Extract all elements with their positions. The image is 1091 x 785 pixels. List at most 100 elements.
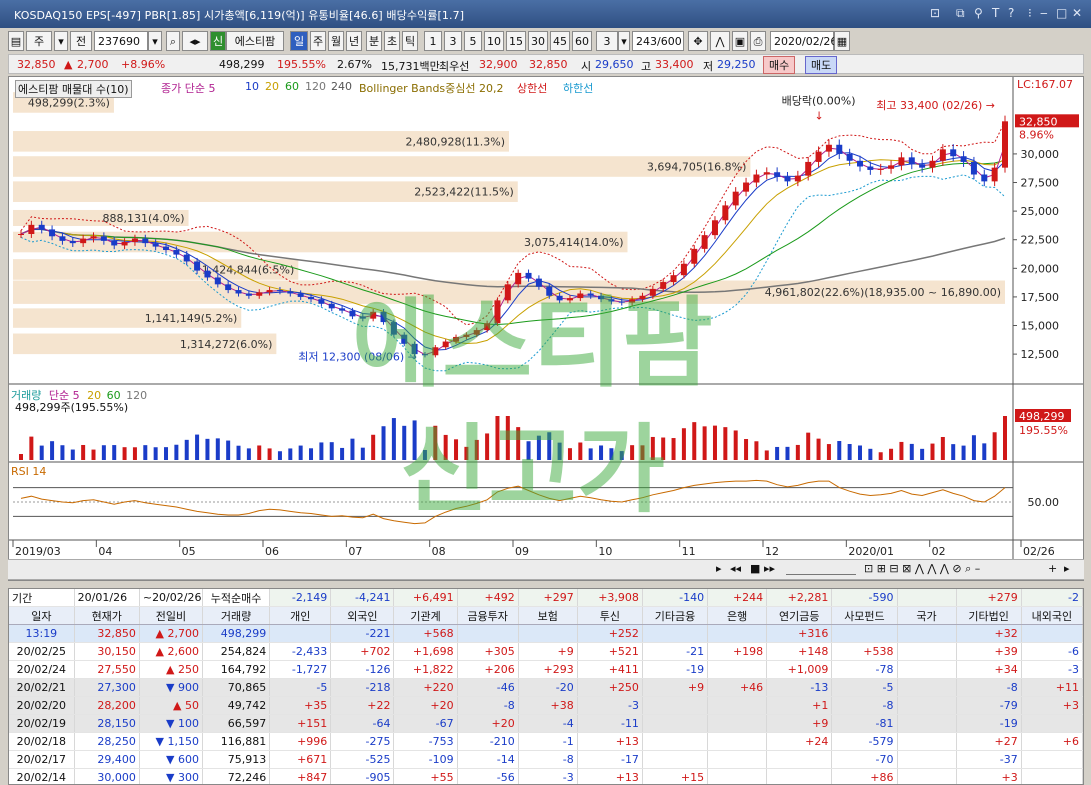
minute-10-button[interactable]: 10 [484,31,504,51]
volume-bar [930,443,935,460]
minute-5-button[interactable]: 5 [464,31,482,51]
window-list-icon[interactable]: ⧉ [956,6,965,21]
legend-bb-upper[interactable]: 상한선 [517,80,547,96]
legend-ma-10[interactable]: 10 [245,80,259,93]
zoom-in-icon[interactable]: + [1048,562,1057,575]
low-price: 29,250 [717,58,756,71]
table-row[interactable]: 20/02/24 27,550 ▲ 250 164,792 -1,727 -126 +1,8… [9,660,1083,679]
legend-ma-240[interactable]: 240 [331,80,352,93]
last-pct-label: 8.96% [1019,128,1054,141]
table-row[interactable]: 20/02/17 29,400 ▼ 600 75,913 +671 -525 -109 -14… [9,750,1083,769]
column-header[interactable]: 일자 [9,606,75,625]
search-icon[interactable]: ⌕ [166,31,180,51]
font-icon[interactable]: T [992,6,999,20]
minimize-icon[interactable]: ‒ [1040,6,1048,20]
period-to-input[interactable]: ~20/02/26 [139,589,203,607]
legend-ma-20[interactable]: 20 [265,80,279,93]
column-header[interactable]: 외국인 [330,606,395,625]
minute-1-button[interactable]: 1 [424,31,442,51]
rsi-label[interactable]: RSI 14 [11,465,46,478]
column-header[interactable]: 국가 [897,606,957,625]
column-header[interactable]: 전일비 [139,606,203,625]
column-header[interactable]: 기타금융 [642,606,709,625]
rewind-icon[interactable]: ◂◂ [730,562,741,575]
period-tick-tab[interactable]: 틱 [402,31,418,51]
table-cell [1021,750,1083,769]
maximize-icon[interactable]: □ [1056,6,1067,20]
legend-ma[interactable]: 종가 단순 5 [161,80,215,96]
minute-3-button[interactable]: 3 [444,31,462,51]
column-header[interactable]: 은행 [707,606,768,625]
close-icon[interactable]: ✕ [1072,6,1082,20]
period-ju-select[interactable]: 주 [26,31,52,51]
period-year-tab[interactable]: 년 [346,31,362,51]
minute-45-button[interactable]: 45 [550,31,570,51]
column-header[interactable]: 사모펀드 [831,606,898,625]
print-icon[interactable]: ⎙ [750,31,766,51]
table-cell: +220 [393,678,458,697]
buy-button[interactable]: 매수 [763,56,796,74]
sound-icon[interactable]: ◂▸ [182,31,208,51]
restore-icon[interactable]: ⊡ [930,6,940,20]
legend-bb-lower[interactable]: 하한선 [563,80,593,96]
legend-main[interactable]: 에스티팜 매물대 수(10) [15,80,132,98]
menu-icon[interactable]: ▤ [8,31,24,51]
date-input[interactable]: 2020/02/26 [770,31,837,51]
period-dropdown-icon[interactable]: ▾ [54,31,68,51]
table-row[interactable]: 20/02/18 28,250 ▼ 1,150 116,881 +996 -275 -753… [9,732,1083,751]
table-row[interactable]: 20/02/25 30,150 ▲ 2,600 254,824 -2,433 +702 +1… [9,642,1083,661]
column-header[interactable]: 투신 [577,606,643,625]
period-from-input[interactable]: 20/01/26 [74,589,140,607]
period-week-tab[interactable]: 주 [310,31,326,51]
table-row[interactable]: 20/02/19 28,150 ▼ 100 66,597 +151 -64 -67 +20 -4… [9,714,1083,733]
column-header[interactable]: 금융투자 [457,606,519,625]
legend-ma-60[interactable]: 60 [285,80,299,93]
column-header[interactable]: 기관계 [393,606,458,625]
tool-icons[interactable]: ⊡ ⊞ ⊟ ⊠ ⋀ ⋀ ⋀ ⊘ ⌕ – [864,562,980,576]
table-row[interactable]: 13:19 32,850 ▲ 2,700 498,299 -221 +568 +252 +31… [9,624,1083,643]
count-input[interactable]: 243/600 [632,31,684,51]
stop-icon[interactable]: ■ [750,562,760,575]
save-icon[interactable]: ▣ [732,31,748,51]
column-header[interactable]: 보험 [518,606,578,625]
candle-body [950,149,957,157]
minute-custom-select[interactable]: 3 [596,31,618,51]
period-month-tab[interactable]: 월 [328,31,344,51]
minute-15-button[interactable]: 15 [506,31,526,51]
table-row[interactable]: 20/02/20 28,200 ▲ 50 49,742 +35 +22 +20 -8 +38 -3… [9,696,1083,715]
column-header[interactable]: 연기금등 [766,606,833,625]
minute-dropdown-icon[interactable]: ▾ [618,31,630,51]
zoom-slider[interactable] [786,562,856,575]
column-header[interactable]: 기타법인 [956,606,1022,625]
settings-icon[interactable]: ▸ [1064,562,1070,575]
column-header[interactable]: 내외국인 [1021,606,1083,625]
table-row[interactable]: 20/02/21 27,300 ▼ 900 70,865 -5 -218 +220 -46 -2… [9,678,1083,697]
period-second-tab[interactable]: 초 [384,31,400,51]
column-header[interactable]: 개인 [269,606,332,625]
drag-icon[interactable]: ✥ [688,31,708,51]
scroll-right-icon[interactable]: ▸ [716,562,722,575]
pin-icon[interactable]: ⚲ [974,6,983,20]
legend-ma-120[interactable]: 120 [305,80,326,93]
period-day-tab[interactable]: 일 [290,31,308,51]
calendar-icon[interactable]: ▦ [834,31,850,51]
table-cell [642,732,709,751]
x-tick-label: 10 [598,545,612,558]
column-header[interactable]: 거래량 [202,606,271,625]
table-cell [457,624,519,643]
stock-code-input[interactable]: 237690 [94,31,148,51]
legend-bb[interactable]: Bollinger Bands중심선 20,2 [359,80,504,96]
forward-icon[interactable]: ▸▸ [764,562,775,575]
volume-ma-120[interactable]: 120 [126,389,147,402]
table-cell: 20/02/14 [9,768,75,784]
indicator-icon[interactable]: ⋀ [710,31,730,51]
minute-30-button[interactable]: 30 [528,31,548,51]
period-minute-tab[interactable]: 분 [366,31,382,51]
sell-button[interactable]: 매도 [805,56,838,74]
prev-button[interactable]: 전 [70,31,92,51]
table-row[interactable]: 20/02/14 30,000 ▼ 300 72,246 +847 -905 +55 -56-… [9,768,1083,784]
minute-60-button[interactable]: 60 [572,31,592,51]
column-header[interactable]: 현재가 [74,606,140,625]
help-icon[interactable]: ? [1008,6,1014,20]
code-dropdown-icon[interactable]: ▾ [148,31,162,51]
